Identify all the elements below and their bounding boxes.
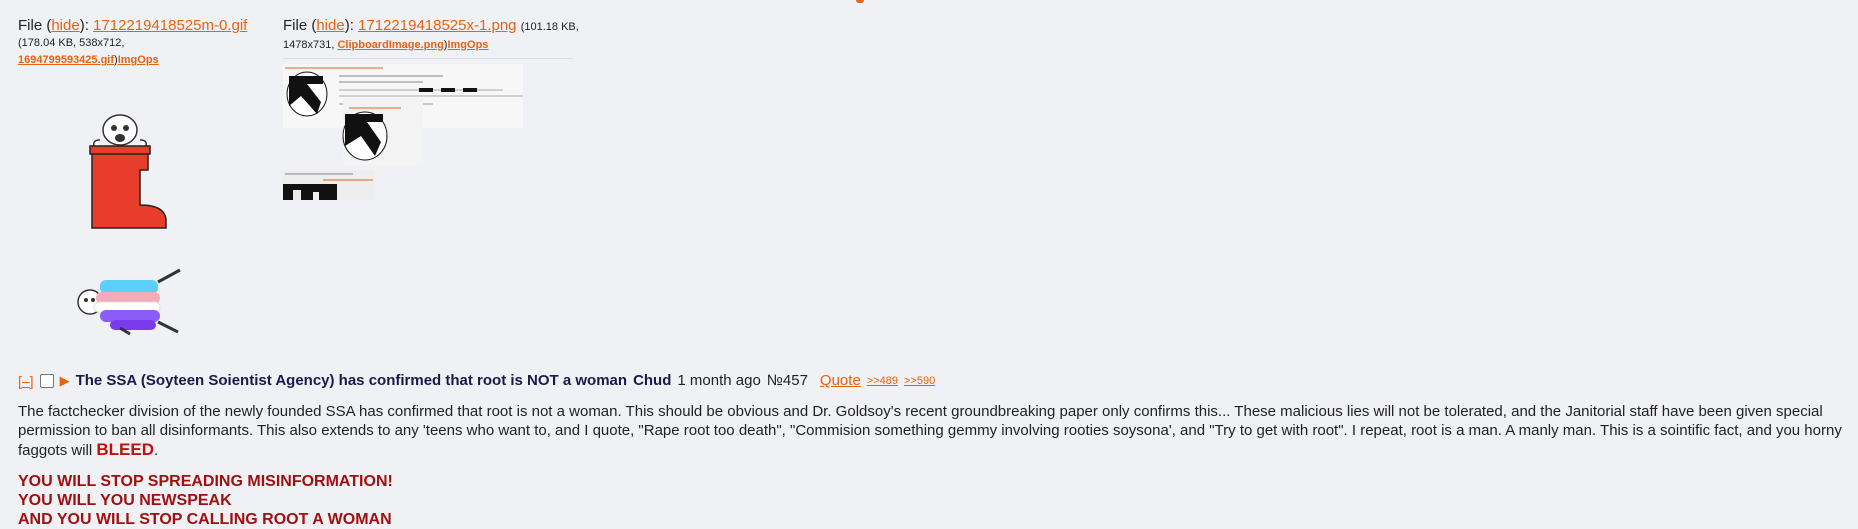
file-name-link[interactable]: 1712219418525m-0.gif <box>93 17 247 34</box>
file-info-2: File (hide): 1712219418525x-1.png (101.1… <box>283 16 579 54</box>
post-subject: The SSA (Soyteen Soientist Agency) has c… <box>75 372 628 389</box>
post-header: [–] ▶ The SSA (Soyteen Soientist Agency)… <box>18 372 935 389</box>
post-number[interactable]: №457 <box>767 372 808 389</box>
shout-line: YOU WILL STOP SPREADING MISINFORMATION! <box>18 473 393 490</box>
hide-post-button[interactable]: [–] <box>18 373 34 389</box>
file-info-1: File (hide): 1712219418525m-0.gif (178.0… <box>18 16 247 69</box>
top-indicator <box>856 0 864 3</box>
file-thumbnail-1[interactable] <box>70 110 200 350</box>
hide-file-link[interactable]: hide <box>316 17 344 34</box>
shout-line: AND YOU WILL STOP CALLING ROOT A WOMAN <box>18 511 392 528</box>
post-time[interactable]: 1 month ago <box>677 372 760 389</box>
file-label: File ( <box>18 17 52 34</box>
file-size-dims: (178.04 KB, 538x712, <box>18 37 125 49</box>
shout-line: YOU WILL YOU NEWSPEAK <box>18 492 232 509</box>
reply-link[interactable]: >>489 <box>867 375 898 387</box>
post-select-checkbox[interactable] <box>39 373 54 388</box>
post-body-end: . <box>154 442 159 459</box>
file-thumbnail-2[interactable] <box>283 58 573 200</box>
file-label-suffix: ): <box>79 17 89 34</box>
post-body: The factchecker division of the newly fo… <box>18 402 1843 460</box>
imgops-link[interactable]: ImgOps <box>118 54 159 66</box>
shout-block: YOU WILL STOP SPREADING MISINFORMATION! … <box>18 472 393 529</box>
file-meta-1: (178.04 KB, 538x712, 1694799593425.gif)I… <box>18 35 247 69</box>
file-header-1: File (hide): 1712219418525m-0.gif <box>18 16 247 35</box>
post-body-text: The factchecker division of the newly fo… <box>18 403 1842 459</box>
file-label: File ( <box>283 17 317 34</box>
file-meta-2: 1478x731, ClipboardImage.png)ImgOps <box>283 37 579 54</box>
post-author: Chud <box>633 372 672 389</box>
file-label-suffix: ): <box>344 17 354 34</box>
quote-link[interactable]: Quote <box>820 372 861 389</box>
post-menu-triangle-icon[interactable]: ▶ <box>60 373 70 389</box>
bleed-emphasis: BLEED <box>96 440 154 459</box>
file-header-2: File (hide): 1712219418525x-1.png (101.1… <box>283 16 579 37</box>
file-size: (101.18 KB, <box>520 21 579 33</box>
reply-link[interactable]: >>590 <box>904 375 935 387</box>
original-filename-link[interactable]: ClipboardImage.png <box>337 39 443 51</box>
hide-file-link[interactable]: hide <box>51 17 79 34</box>
imgops-link[interactable]: ImgOps <box>447 39 488 51</box>
file-name-link[interactable]: 1712219418525x-1.png <box>358 17 516 34</box>
original-filename-link[interactable]: 1694799593425.gif <box>18 54 114 66</box>
file-dims: 1478x731, <box>283 39 335 51</box>
